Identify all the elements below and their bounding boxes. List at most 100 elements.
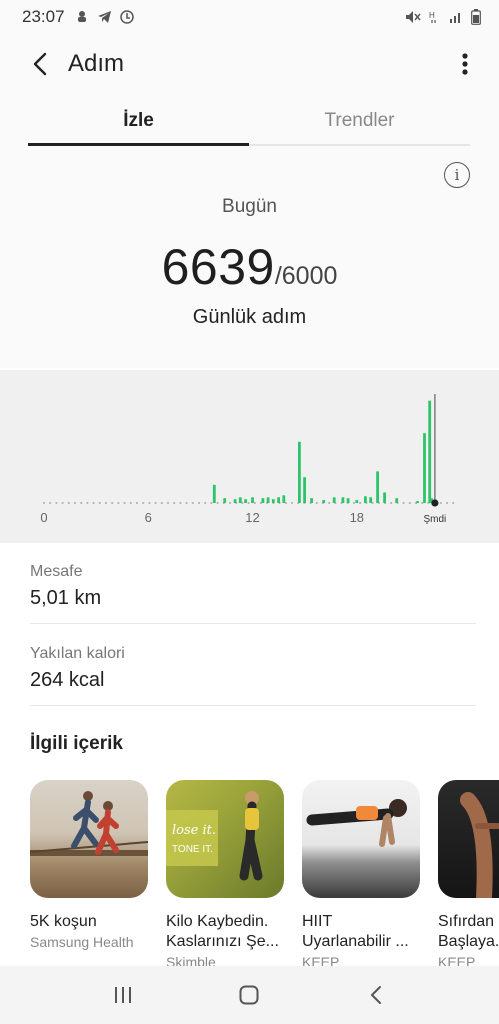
baseline-dot [191, 501, 194, 505]
hourly-steps-chart[interactable]: 0 6 12 18 Şmdi [0, 370, 499, 543]
step-bar [238, 497, 242, 503]
runners-image [30, 791, 148, 856]
content-card-hiit[interactable]: HIIT Uyarlanabilir ... KEEP [302, 780, 420, 968]
step-bar [282, 495, 286, 503]
step-bar [266, 497, 270, 503]
related-content-title: İlgili içerik [30, 733, 123, 754]
step-bar [341, 497, 345, 503]
step-bar [277, 497, 280, 503]
card-title: Sıfırdan Başlaya... [438, 913, 499, 950]
app-header: Adım [0, 34, 499, 94]
baseline-dot [452, 501, 455, 505]
distance-metric[interactable]: Mesafe 5,01 km [30, 563, 476, 610]
step-bar [332, 497, 336, 503]
related-content-carousel[interactable]: 5K koşun Samsung Health lose it. TONE IT… [30, 780, 499, 968]
step-bar [346, 498, 350, 503]
system-nav-bar [0, 966, 499, 1024]
baseline-dot [98, 501, 101, 505]
step-bar [310, 498, 313, 503]
baseline-dot [86, 501, 89, 505]
status-right-icons: H [405, 9, 481, 25]
today-label: Bugün [222, 196, 277, 217]
baseline-dot [49, 501, 52, 505]
info-icon[interactable]: i [444, 162, 470, 188]
calories-metric[interactable]: Yakılan kalori 264 kcal [30, 645, 476, 692]
baseline-dot [135, 501, 139, 505]
notification-icon [75, 10, 89, 24]
card-thumbnail [302, 780, 420, 898]
content-card-from-zero[interactable]: Sıfırdan Başlaya... KEEP [438, 780, 499, 968]
baseline-dot [445, 501, 449, 505]
baseline-dot [315, 501, 318, 505]
baseline-dot [210, 501, 213, 505]
x-tick-label: 6 [145, 510, 152, 525]
baseline-dot [67, 501, 70, 505]
card-thumbnail [30, 780, 148, 898]
baseline-dot [42, 501, 46, 505]
step-bar [416, 501, 419, 503]
home-icon [239, 985, 259, 1005]
content-card-5k-run[interactable]: 5K koşun Samsung Health [30, 780, 148, 968]
baseline-dot [160, 501, 163, 505]
more-options-button[interactable] [453, 44, 477, 84]
chevron-left-icon [33, 52, 47, 76]
baseline-dot [123, 501, 126, 505]
baseline-dot [390, 501, 393, 505]
card-thumbnail [438, 780, 499, 898]
baseline-dot [55, 501, 58, 505]
chart-svg: 0 6 12 18 Şmdi [40, 394, 455, 525]
nav-back-button[interactable] [356, 975, 396, 1015]
baseline-dot [61, 501, 64, 505]
calories-value: 264 kcal [30, 669, 105, 691]
x-tick-label: 12 [245, 510, 259, 525]
baseline-dot [148, 501, 151, 505]
baseline-dot [228, 501, 232, 505]
step-bar [271, 499, 275, 503]
tab-trendler[interactable]: Trendler [249, 96, 470, 146]
recent-apps-button[interactable] [103, 975, 143, 1015]
baseline-dot [104, 501, 108, 505]
baseline-dot [328, 501, 331, 505]
baseline-dot [402, 501, 405, 505]
baseline-dot [154, 501, 157, 505]
baseline-dot [92, 501, 95, 505]
status-left-icons [75, 10, 134, 24]
baseline-dot [179, 501, 182, 505]
baseline-dot [73, 501, 77, 505]
step-bar [261, 498, 265, 503]
status-bar: 23:07 H [0, 0, 499, 34]
baseline-dot [197, 501, 201, 505]
status-time: 23:07 [22, 7, 65, 26]
steps-goal: /6000 [274, 262, 338, 290]
more-vertical-icon [462, 53, 468, 75]
daily-steps-label: Günlük adım [192, 306, 307, 328]
baseline-dot [166, 501, 170, 505]
step-bar [322, 500, 326, 503]
now-marker [431, 499, 439, 507]
step-bar [395, 498, 399, 503]
x-tick-now: Şmdi [424, 514, 447, 525]
page-title: Adım [68, 50, 125, 77]
mute-icon [405, 10, 421, 24]
home-button[interactable] [229, 975, 269, 1015]
baseline-dot [204, 501, 207, 505]
baseline-dot [352, 501, 356, 505]
baseline-dot [421, 501, 424, 505]
baseline-dot [185, 501, 188, 505]
recent-apps-icon [115, 987, 132, 1003]
baseline-dot [129, 501, 132, 505]
battery-icon [471, 9, 481, 25]
plank-image [306, 799, 407, 847]
card-title: Kilo Kaybedin. Kaslarınızı Şe... [166, 913, 279, 950]
tab-izle[interactable]: İzle [28, 96, 249, 146]
card-title: HIIT Uyarlanabilir ... [302, 913, 409, 950]
baseline-dot [80, 501, 83, 505]
step-bar [244, 499, 247, 503]
baseline-dot [247, 501, 250, 505]
back-button[interactable] [18, 42, 62, 86]
baseline-dot [253, 501, 256, 505]
content-card-lose-weight[interactable]: lose it. TONE IT. Kilo Kaybedin. Kasları… [166, 780, 284, 968]
baseline-dot [111, 501, 114, 505]
step-bar [428, 400, 432, 503]
network-icon: H [429, 10, 441, 24]
